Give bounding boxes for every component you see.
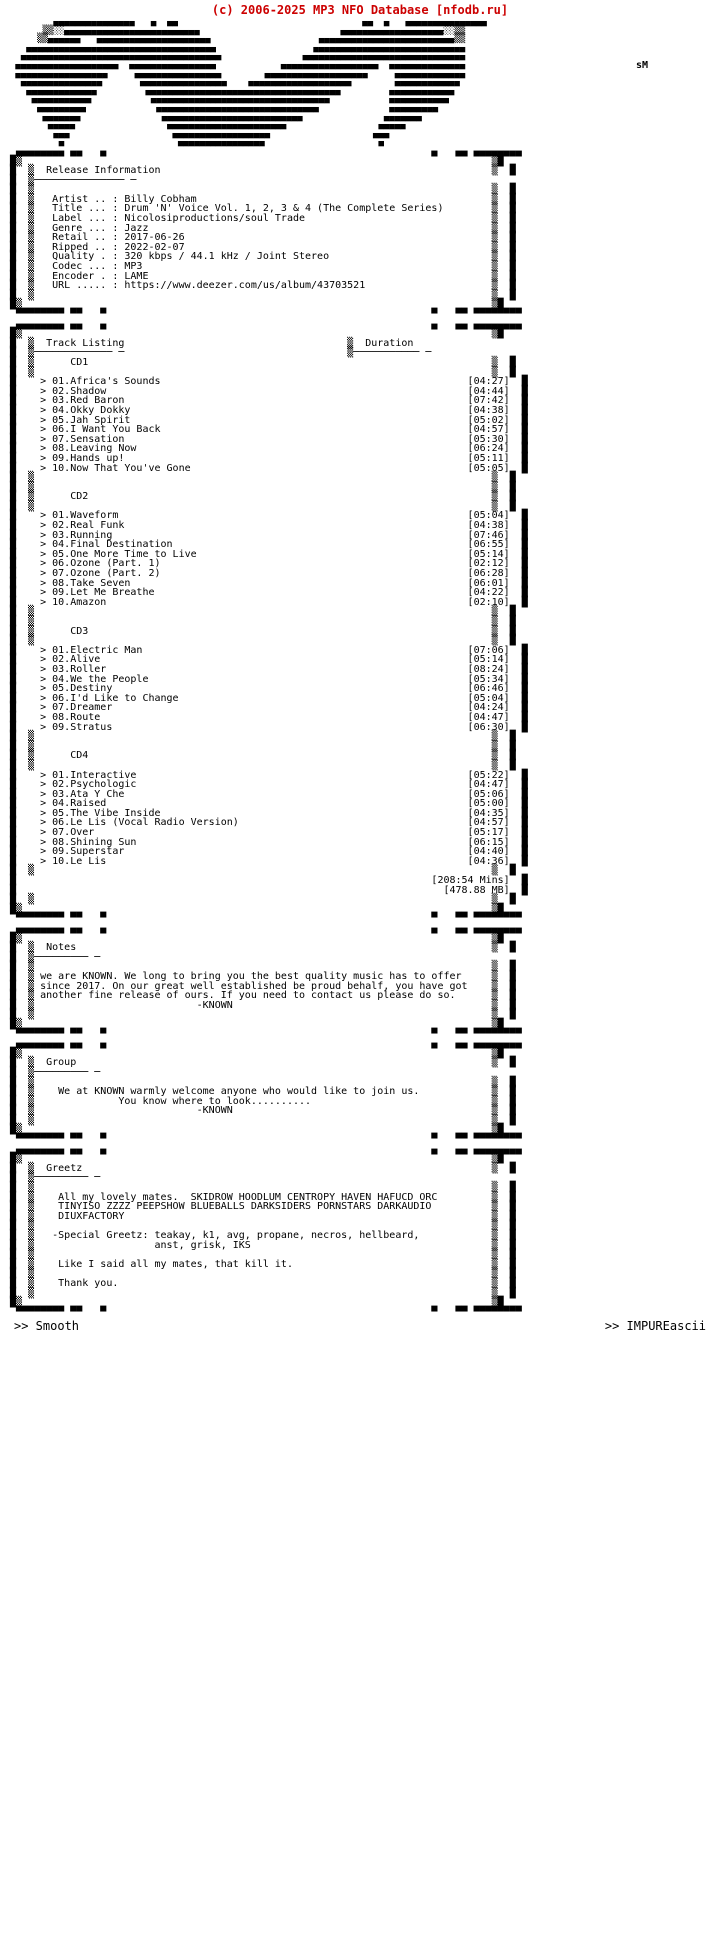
footer-right-credit: >> IMPUREascii bbox=[604, 1319, 706, 1334]
notes-section: ▄▄▄▄▄▄▄▄ ▄▄ ▄ ▄ ▄▄ ▄▄▄▄▄▄▄▄ █▒ ▒█ █ ▒ No… bbox=[0, 923, 720, 1040]
artist-signature: sM bbox=[635, 60, 648, 71]
notes-body: ▄▄▄▄▄▄▄▄ ▄▄ ▄ ▄ ▄▄ ▄▄▄▄▄▄▄▄ █▒ ▒█ █ ▒ No… bbox=[10, 923, 522, 1040]
greetz-body: ▄▄▄▄▄▄▄▄ ▄▄ ▄ ▄ ▄▄ ▄▄▄▄▄▄▄▄ █▒ ▒█ █ ▒ Gr… bbox=[10, 1143, 522, 1318]
track-listing-section: ▄▄▄▄▄▄▄▄ ▄▄ ▄ ▄ ▄▄ ▄▄▄▄▄▄▄▄ █▒ ▒█ █ ▒ Tr… bbox=[0, 318, 720, 925]
release-information-section: ▄▄▄▄▄▄▄▄ ▄▄ ▄ ▄ ▄▄ ▄▄▄▄▄▄▄▄ █▒ ▒█ █ ▒ Re… bbox=[0, 145, 720, 320]
greetz-section: ▄▄▄▄▄▄▄▄ ▄▄ ▄ ▄ ▄▄ ▄▄▄▄▄▄▄▄ █▒ ▒█ █ ▒ Gr… bbox=[0, 1143, 720, 1318]
nfodb-banner: (c) 2006-2025 MP3 NFO Database [nfodb.ru… bbox=[211, 3, 509, 17]
logo-art: ▄▄▄▄▄▄▄▄▄▄▄▄▄▄▄ ▄ ▄▄ ▄▄ ▄ ▄▄▄▄▄▄▄▄▄▄▄▄▄▄… bbox=[15, 17, 487, 148]
footer-left-credit: >> Smooth bbox=[14, 1319, 80, 1334]
nfo-page: (c) 2006-2025 MP3 NFO Database [nfodb.ru… bbox=[0, 0, 720, 1944]
group-section: ▄▄▄▄▄▄▄▄ ▄▄ ▄ ▄ ▄▄ ▄▄▄▄▄▄▄▄ █▒ ▒█ █ ▒ Gr… bbox=[0, 1039, 720, 1145]
group-logo-ascii-art: ▄▄▄▄▄▄▄▄▄▄▄▄▄▄▄ ▄ ▄▄ ▄▄ ▄ ▄▄▄▄▄▄▄▄▄▄▄▄▄▄… bbox=[0, 18, 720, 147]
track-listing-body: ▄▄▄▄▄▄▄▄ ▄▄ ▄ ▄ ▄▄ ▄▄▄▄▄▄▄▄ █▒ ▒█ █ ▒ Tr… bbox=[10, 318, 528, 925]
release-information-body: ▄▄▄▄▄▄▄▄ ▄▄ ▄ ▄ ▄▄ ▄▄▄▄▄▄▄▄ █▒ ▒█ █ ▒ Re… bbox=[10, 145, 522, 320]
footer: >> Smooth >> IMPUREascii bbox=[0, 1317, 720, 1335]
group-body: ▄▄▄▄▄▄▄▄ ▄▄ ▄ ▄ ▄▄ ▄▄▄▄▄▄▄▄ █▒ ▒█ █ ▒ Gr… bbox=[10, 1038, 522, 1146]
